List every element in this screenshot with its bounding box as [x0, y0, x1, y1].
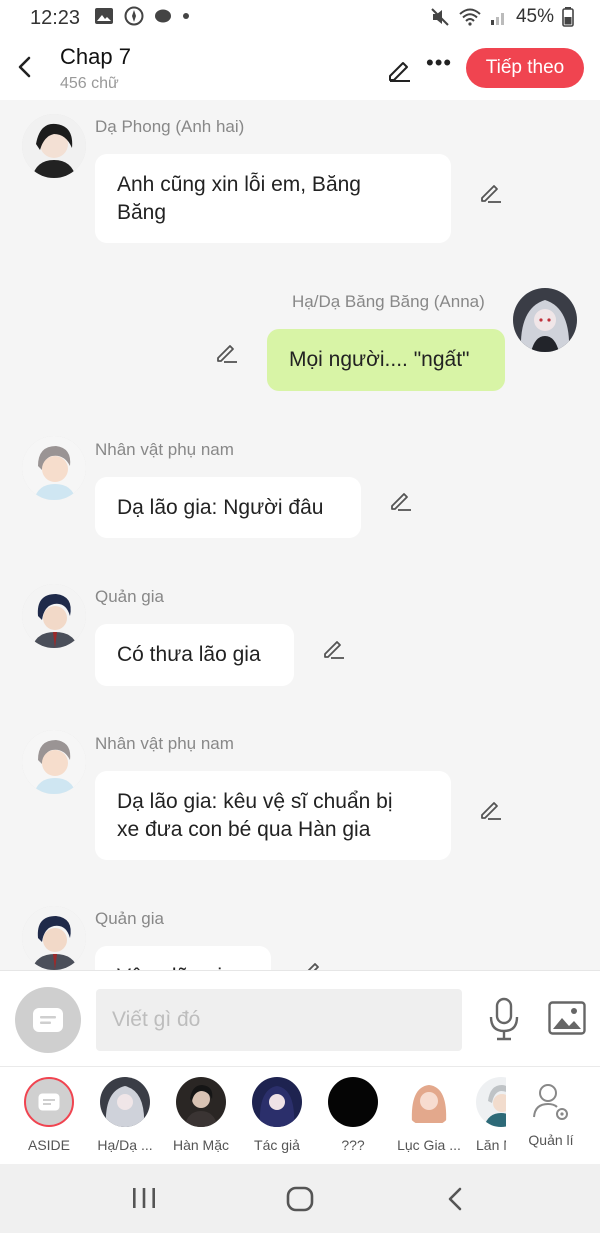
avatar[interactable] — [22, 584, 86, 648]
word-count: 456 chữ — [60, 75, 119, 92]
manage-characters-button[interactable]: Quản lí — [516, 1077, 586, 1148]
back-arrow-icon[interactable] — [12, 52, 36, 82]
sender-name: Quản gia — [95, 587, 164, 606]
sender-name: Nhân vật phụ nam — [95, 440, 234, 459]
edit-message-icon[interactable] — [389, 488, 413, 512]
sender-name: Hạ/Dạ Băng Băng (Anna) — [292, 292, 485, 311]
avatar[interactable] — [22, 730, 86, 794]
character-aside[interactable]: ASIDE — [14, 1077, 84, 1153]
message-bubble[interactable]: Có thưa lão gia — [95, 624, 294, 686]
character-avatar — [404, 1077, 454, 1127]
character-label: Tác giả — [254, 1137, 300, 1153]
avatar[interactable] — [22, 114, 86, 178]
character-item[interactable]: Tác giả — [242, 1077, 312, 1153]
sender-name: Quản gia — [95, 909, 164, 928]
edit-message-icon[interactable] — [215, 340, 239, 364]
message-text-line: Băng — [117, 201, 167, 224]
message-text-line: Dạ lão gia: kêu vệ sĩ chuẩn bị — [117, 790, 393, 813]
character-item[interactable]: Lục Gia ... — [394, 1077, 464, 1153]
compass-icon — [124, 6, 144, 26]
edit-message-icon[interactable] — [479, 797, 503, 821]
message-composer — [0, 970, 600, 1067]
aside-toggle-button[interactable] — [15, 987, 81, 1053]
recent-apps-icon[interactable] — [130, 1186, 158, 1210]
status-time: 12:23 — [30, 7, 81, 29]
message-icon — [38, 1093, 60, 1111]
message-text-line: xe đưa con bé qua Hàn gia — [117, 818, 371, 841]
next-chapter-button[interactable]: Tiếp theo — [466, 48, 584, 88]
character-label: ??? — [341, 1137, 365, 1153]
chapter-header: Chap 7 456 chữ ••• Tiếp theo — [0, 36, 600, 100]
character-label: Quản lí — [528, 1132, 574, 1148]
message-bubble[interactable]: Vâng lão gia — [95, 946, 271, 970]
status-notification-icons — [94, 6, 190, 26]
system-navigation-bar — [0, 1164, 600, 1233]
chat-area[interactable]: Dạ Phong (Anh hai) Anh cũng xin lỗi em, … — [0, 100, 600, 970]
battery-percent: 45% — [515, 6, 554, 27]
character-item[interactable]: Lăn N — [470, 1077, 506, 1153]
avatar[interactable] — [513, 288, 577, 352]
edit-message-icon[interactable] — [479, 180, 503, 204]
image-icon[interactable] — [548, 1001, 586, 1035]
character-label: ASIDE — [27, 1137, 70, 1153]
aside-avatar — [24, 1077, 74, 1127]
character-avatar — [100, 1077, 150, 1127]
edit-message-icon[interactable] — [300, 958, 324, 970]
dot-icon — [183, 13, 189, 19]
character-avatar — [176, 1077, 226, 1127]
edit-message-icon[interactable] — [322, 636, 346, 660]
signal-icon — [490, 13, 504, 25]
message-text-line: Anh cũng xin lỗi em, Băng — [117, 173, 361, 196]
wifi-icon — [459, 8, 481, 26]
character-label: Hạ/Dạ ... — [97, 1137, 153, 1153]
gallery-icon — [95, 8, 113, 24]
message-icon — [33, 1008, 63, 1032]
message-bubble[interactable]: Dạ lão gia: Người đâu — [95, 477, 361, 538]
character-item[interactable]: Hàn Mặc — [166, 1077, 236, 1153]
character-item[interactable]: Hạ/Dạ ... — [90, 1077, 160, 1153]
message-bubble[interactable]: Anh cũng xin lỗi em, Băng Băng — [95, 154, 451, 243]
avatar[interactable] — [22, 436, 86, 500]
pencil-icon[interactable] — [386, 56, 412, 82]
avatar[interactable] — [22, 906, 86, 970]
character-avatar — [252, 1077, 302, 1127]
home-icon[interactable] — [286, 1186, 314, 1212]
character-selector: ASIDE Hạ/Dạ ... Hàn Mặc Tác giả ??? Lục … — [0, 1066, 600, 1165]
character-label: Lục Gia ... — [397, 1137, 461, 1153]
character-item[interactable]: ??? — [318, 1077, 388, 1153]
back-icon[interactable] — [444, 1186, 466, 1212]
character-label: Hàn Mặc — [172, 1137, 230, 1153]
message-input[interactable] — [96, 989, 462, 1051]
mute-icon — [431, 8, 449, 26]
message-bubble[interactable]: Dạ lão gia: kêu vệ sĩ chuẩn bị xe đưa co… — [95, 771, 451, 860]
more-options-icon[interactable]: ••• — [426, 50, 452, 76]
character-avatar — [476, 1077, 506, 1127]
message-bubble[interactable]: Mọi người.... "ngất" — [267, 329, 505, 391]
character-label: Lăn N — [476, 1137, 506, 1153]
microphone-icon[interactable] — [486, 997, 522, 1041]
sender-name: Dạ Phong (Anh hai) — [95, 117, 245, 136]
chapter-title: Chap 7 — [60, 44, 131, 69]
status-system-icons: 45% — [430, 6, 574, 28]
sender-name: Nhân vật phụ nam — [95, 734, 234, 753]
status-bar: 12:23 45% — [0, 0, 600, 36]
chat-bubble-icon — [155, 9, 171, 23]
user-settings-icon — [533, 1084, 568, 1120]
character-avatar — [328, 1077, 378, 1127]
battery-icon — [562, 7, 574, 27]
